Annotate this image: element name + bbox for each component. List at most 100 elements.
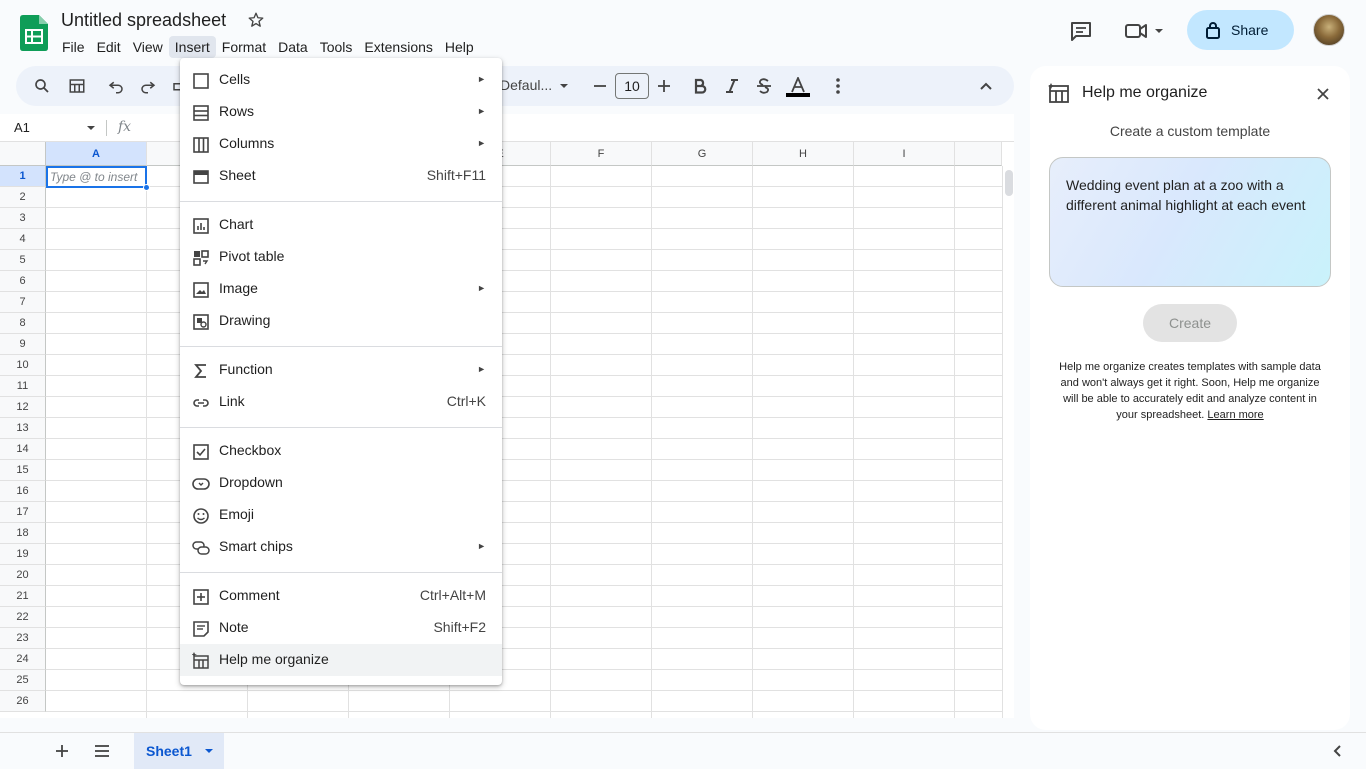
row-header-2[interactable]: 2: [0, 187, 46, 208]
row-header-6[interactable]: 6: [0, 271, 46, 292]
submenu-arrow-icon: ►: [477, 74, 486, 84]
table-icon[interactable]: [65, 74, 89, 98]
column-header-partial[interactable]: [955, 142, 1002, 166]
row-header-20[interactable]: 20: [0, 565, 46, 586]
row-header-25[interactable]: 25: [0, 670, 46, 691]
more-options-icon[interactable]: [826, 74, 850, 98]
row-header-13[interactable]: 13: [0, 418, 46, 439]
menu-extensions[interactable]: Extensions: [358, 36, 438, 58]
add-sheet-icon[interactable]: [54, 743, 70, 759]
row-header-23[interactable]: 23: [0, 628, 46, 649]
spreadsheet-grid[interactable]: ABCDEFGHI 123456789101112131415161718192…: [0, 142, 1014, 718]
row-header-26[interactable]: 26: [0, 691, 46, 712]
star-icon[interactable]: [247, 11, 265, 29]
menu-item-note[interactable]: Note Shift+F2: [180, 612, 502, 644]
vertical-scrollbar[interactable]: [1002, 166, 1014, 718]
menu-item-rows[interactable]: Rows ►: [180, 96, 502, 128]
menu-item-comment[interactable]: Comment Ctrl+Alt+M: [180, 580, 502, 612]
column-header-f[interactable]: F: [551, 142, 652, 166]
undo-icon[interactable]: [104, 74, 128, 98]
row-header-8[interactable]: 8: [0, 313, 46, 334]
menu-insert[interactable]: Insert: [168, 36, 216, 58]
row-header-14[interactable]: 14: [0, 439, 46, 460]
expand-side-panel-icon[interactable]: [1332, 744, 1342, 758]
menu-edit[interactable]: Edit: [91, 36, 127, 58]
sheet-tab-sheet1[interactable]: Sheet1: [134, 733, 224, 769]
comments-icon[interactable]: [1069, 19, 1093, 43]
column-header-i[interactable]: I: [854, 142, 955, 166]
row-header-21[interactable]: 21: [0, 586, 46, 607]
create-button[interactable]: Create: [1143, 304, 1237, 342]
menu-file[interactable]: File: [56, 36, 91, 58]
all-sheets-icon[interactable]: [94, 744, 110, 758]
menu-item-cells[interactable]: Cells ►: [180, 64, 502, 96]
submenu-arrow-icon: ►: [477, 138, 486, 148]
row-header-16[interactable]: 16: [0, 481, 46, 502]
row-header-3[interactable]: 3: [0, 208, 46, 229]
horizontal-scrollbar[interactable]: [46, 716, 1002, 718]
italic-icon[interactable]: [720, 74, 744, 98]
menu-item-drawing[interactable]: Drawing: [180, 305, 502, 337]
row-header-22[interactable]: 22: [0, 607, 46, 628]
name-box[interactable]: A1: [14, 120, 30, 135]
sheet-tab-dropdown-icon[interactable]: [204, 747, 214, 755]
menu-tools[interactable]: Tools: [314, 36, 359, 58]
learn-more-link[interactable]: Learn more: [1207, 409, 1263, 421]
search-menus-icon[interactable]: [30, 74, 54, 98]
menu-item-sheet[interactable]: Sheet Shift+F11: [180, 160, 502, 192]
row-header-24[interactable]: 24: [0, 649, 46, 670]
row-header-5[interactable]: 5: [0, 250, 46, 271]
row-header-4[interactable]: 4: [0, 229, 46, 250]
row-header-7[interactable]: 7: [0, 292, 46, 313]
menu-item-function[interactable]: Function ►: [180, 354, 502, 386]
menu-item-columns[interactable]: Columns ►: [180, 128, 502, 160]
row-header-11[interactable]: 11: [0, 376, 46, 397]
menu-item-dropdown[interactable]: Dropdown: [180, 467, 502, 499]
vertical-scroll-thumb[interactable]: [1005, 170, 1013, 196]
menu-help[interactable]: Help: [439, 36, 480, 58]
column-header-g[interactable]: G: [652, 142, 753, 166]
active-cell-a1[interactable]: Type @ to insert: [46, 166, 147, 188]
increase-font-size-icon[interactable]: [652, 74, 676, 98]
row-header-18[interactable]: 18: [0, 523, 46, 544]
menu-item-smart-chips[interactable]: Smart chips ►: [180, 531, 502, 563]
sheets-logo-icon[interactable]: [20, 15, 48, 51]
menu-item-link[interactable]: Link Ctrl+K: [180, 386, 502, 418]
font-family-select[interactable]: Defaul...: [500, 77, 552, 93]
menu-item-checkbox[interactable]: Checkbox: [180, 435, 502, 467]
menu-view[interactable]: View: [127, 36, 169, 58]
menu-item-emoji[interactable]: Emoji: [180, 499, 502, 531]
menu-format[interactable]: Format: [216, 36, 272, 58]
row-header-12[interactable]: 12: [0, 397, 46, 418]
redo-icon[interactable]: [136, 74, 160, 98]
close-icon[interactable]: [1316, 87, 1330, 101]
select-all-corner[interactable]: [0, 142, 46, 166]
template-prompt-input[interactable]: Wedding event plan at a zoo with a diffe…: [1049, 157, 1331, 287]
decrease-font-size-icon[interactable]: [588, 74, 612, 98]
column-header-a[interactable]: A: [46, 142, 147, 166]
fill-handle[interactable]: [143, 184, 150, 191]
row-header-17[interactable]: 17: [0, 502, 46, 523]
collapse-toolbar-icon[interactable]: [974, 74, 998, 98]
avatar[interactable]: [1313, 14, 1345, 46]
row-header-1[interactable]: 1: [0, 166, 46, 187]
row-header-10[interactable]: 10: [0, 355, 46, 376]
font-dropdown-icon[interactable]: [552, 74, 576, 98]
strikethrough-icon[interactable]: [752, 74, 776, 98]
font-size-input[interactable]: 10: [615, 73, 649, 99]
menu-item-image[interactable]: Image ►: [180, 273, 502, 305]
menu-item-chart[interactable]: Chart: [180, 209, 502, 241]
comment-icon: [192, 588, 210, 606]
doc-title[interactable]: Untitled spreadsheet: [61, 10, 226, 31]
row-header-9[interactable]: 9: [0, 334, 46, 355]
row-header-15[interactable]: 15: [0, 460, 46, 481]
meet-video-icon[interactable]: [1124, 19, 1168, 43]
share-button[interactable]: Share: [1187, 10, 1294, 50]
menu-item-pivot-table[interactable]: Pivot table: [180, 241, 502, 273]
name-box-dropdown-icon[interactable]: [86, 124, 96, 132]
menu-data[interactable]: Data: [272, 36, 314, 58]
menu-item-help-me-organize[interactable]: Help me organize: [180, 644, 502, 676]
row-header-19[interactable]: 19: [0, 544, 46, 565]
column-header-h[interactable]: H: [753, 142, 854, 166]
bold-icon[interactable]: [688, 74, 712, 98]
